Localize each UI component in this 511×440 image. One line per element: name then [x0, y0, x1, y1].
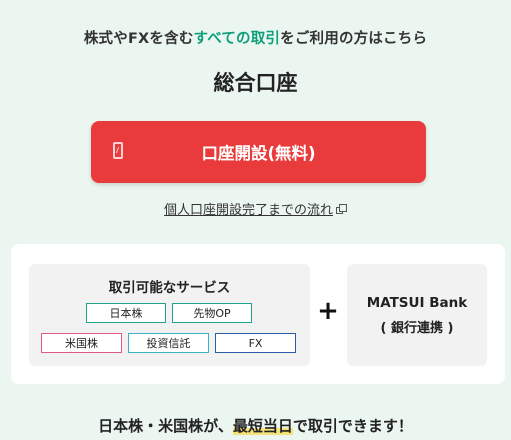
- account-type-title: 総合口座: [213, 71, 298, 95]
- service-tag-us-stocks: 米国株: [41, 333, 122, 353]
- account-flow-link[interactable]: 個人口座開設完了までの流れ: [0, 199, 511, 218]
- intro-suffix: をご利用の方はこちら: [280, 31, 428, 47]
- bank-link-note: ( 銀行連携 ): [380, 321, 454, 336]
- open-account-label: 口座開設(無料): [201, 144, 316, 163]
- service-tag-investment-trusts: 投資信託: [128, 333, 209, 353]
- external-link-icon: [336, 204, 347, 215]
- intro-text: 株式やFXを含むすべての取引をご利用の方はこちら: [0, 27, 511, 48]
- bank-box: MATSUI Bank ( 銀行連携 ): [347, 264, 487, 366]
- intro-highlight: すべての取引: [193, 31, 281, 47]
- service-tag-japan-stocks: 日本株: [86, 303, 166, 323]
- open-account-button[interactable]: 口座開設(無料): [91, 121, 426, 183]
- tagline: 日本株・米国株が、最短当日で取引できます！: [0, 415, 511, 436]
- services-title: 取引可能なサービス: [108, 280, 231, 296]
- bank-name: MATSUI Bank: [366, 295, 468, 311]
- tagline-prefix: 日本株・米国株が、: [98, 417, 233, 435]
- available-services-box: 取引可能なサービス 日本株 先物OP 米国株 投資信託 FX: [29, 264, 310, 366]
- intro-prefix: 株式やFXを含む: [83, 31, 194, 47]
- service-tag-fx: FX: [215, 333, 296, 353]
- tagline-highlight: 最短当日: [232, 417, 293, 435]
- services-panel: 取引可能なサービス 日本株 先物OP 米国株 投資信託 FX + MATSUI …: [11, 244, 505, 384]
- account-flow-link-label[interactable]: 個人口座開設完了までの流れ: [164, 203, 333, 218]
- plus-sign: +: [317, 296, 339, 326]
- service-tag-futures-options: 先物OP: [172, 303, 252, 323]
- tagline-suffix: で取引できます！: [292, 417, 413, 435]
